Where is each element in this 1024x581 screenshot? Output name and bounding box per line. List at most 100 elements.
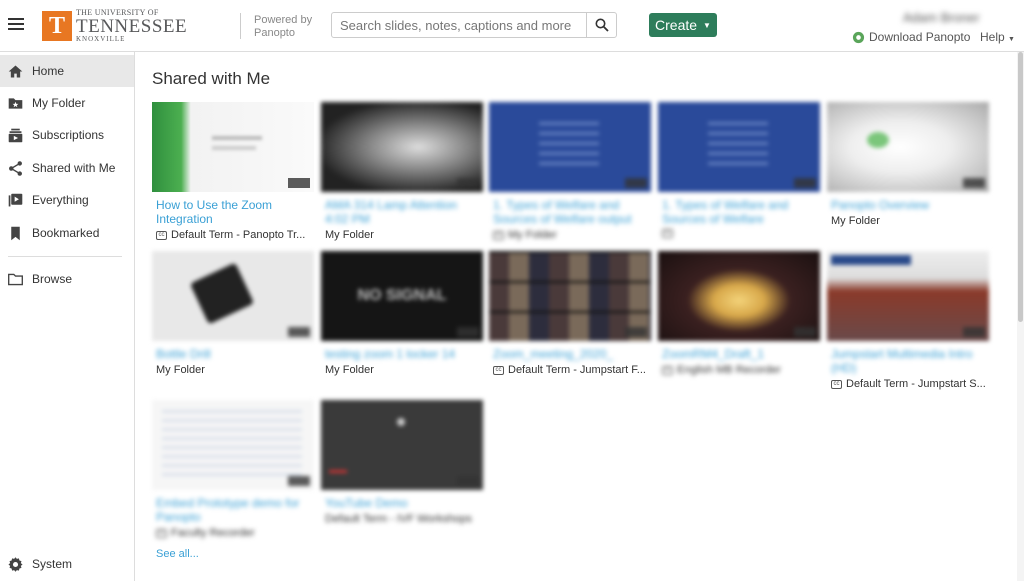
session-folder[interactable]: My Folder (827, 215, 989, 227)
sidebar-item-bookmarked[interactable]: Bookmarked (0, 217, 134, 249)
download-label: Download Panopto (869, 30, 971, 44)
session-thumbnail[interactable] (658, 251, 820, 341)
session-folder[interactable]: cc Default Term - Jumpstart S... (827, 378, 989, 390)
sidebar-item-label: Bookmarked (32, 226, 100, 240)
session-folder-label: Default Term - Jumpstart S... (846, 378, 986, 390)
session-card[interactable]: Embed Prototype demo for Panopto cc Facul… (152, 400, 314, 539)
captions-icon: cc (493, 365, 504, 375)
session-title[interactable]: 1. Types of Welfare and Sources of Welfa… (658, 198, 820, 226)
duration-badge (625, 327, 647, 337)
folder-star-icon (8, 97, 23, 109)
help-label: Help (980, 30, 1005, 44)
subscriptions-icon (8, 128, 23, 142)
session-folder[interactable]: My Folder (321, 229, 483, 241)
bookmark-icon (11, 226, 20, 240)
session-card[interactable]: ZoomRM4_Draft_1 cc English MB Recorder (658, 251, 820, 376)
session-folder[interactable]: My Folder (152, 364, 314, 376)
session-title[interactable]: Bottle Drill (152, 347, 314, 361)
session-folder[interactable]: cc Default Term - Panopto Tr... (152, 229, 314, 241)
session-title[interactable]: 1. Types of Welfare and Sources of Welfa… (489, 198, 651, 226)
session-thumbnail[interactable] (658, 102, 820, 192)
session-card[interactable]: YouTube Demo Default Term - IVF Workshop… (321, 400, 483, 525)
session-card[interactable]: Panopto Overview My Folder (827, 102, 989, 227)
scrollbar[interactable] (1017, 52, 1024, 581)
session-card[interactable]: How to Use the Zoom Integration cc Defaul… (152, 102, 314, 241)
session-folder[interactable]: cc English MB Recorder (658, 364, 820, 376)
session-folder[interactable]: cc Faculty Recorder (152, 527, 314, 539)
see-all-link[interactable]: See all... (156, 548, 199, 560)
panopto-recycle-icon (852, 31, 865, 43)
sidebar-item-label: Browse (32, 272, 73, 286)
session-thumbnail[interactable] (489, 251, 651, 341)
session-folder[interactable]: cc My Folder (489, 229, 651, 241)
session-thumbnail[interactable] (321, 102, 483, 192)
session-thumbnail[interactable] (321, 400, 483, 490)
university-logo[interactable]: T THE UNIVERSITY OF TENNESSEE KNOXVILLE (42, 9, 187, 43)
session-thumbnail[interactable] (152, 400, 314, 490)
search-box (331, 12, 617, 38)
captions-icon: cc (831, 379, 842, 389)
session-title[interactable]: testing zoom 1 locker 14 (321, 347, 483, 361)
session-folder[interactable]: cc (658, 229, 820, 238)
logo-mark: T (42, 11, 72, 41)
sidebar-item-browse[interactable]: Browse (0, 263, 134, 295)
session-folder[interactable]: Default Term - IVF Workshops (321, 513, 483, 525)
session-title[interactable]: Jumpstart Multimedia Intro (HD) (827, 347, 989, 375)
search-input[interactable] (332, 13, 586, 37)
session-thumbnail[interactable] (152, 251, 314, 341)
sidebar-item-system[interactable]: System (0, 548, 134, 580)
caret-down-icon: ▼ (703, 20, 711, 30)
create-label: Create (655, 17, 698, 33)
powered-by-label: Powered by (254, 14, 313, 26)
session-title[interactable]: Panopto Overview (827, 198, 989, 212)
sidebar-item-home[interactable]: Home (0, 55, 134, 87)
session-title[interactable]: ZoomRM4_Draft_1 (658, 347, 820, 361)
sidebar-item-my-folder[interactable]: My Folder (0, 87, 134, 119)
session-folder[interactable]: cc Default Term - Jumpstart F... (489, 364, 651, 376)
hamburger-menu-icon[interactable] (8, 18, 24, 32)
session-title[interactable]: AMA 314 Lamp Attention 4:02 PM (321, 198, 483, 226)
sidebar-item-shared-with-me[interactable]: Shared with Me (0, 152, 134, 184)
session-folder-label: Faculty Recorder (171, 527, 255, 539)
session-thumbnail[interactable] (827, 251, 989, 341)
download-panopto-link[interactable]: Download Panopto (852, 30, 970, 44)
search-button[interactable] (586, 13, 616, 37)
session-card[interactable]: 1. Types of Welfare and Sources of Welfa… (658, 102, 820, 238)
session-folder[interactable]: My Folder (321, 364, 483, 376)
sidebar-divider (8, 256, 122, 257)
create-button[interactable]: Create ▼ (649, 13, 717, 37)
session-card[interactable]: Zoom_meeting_2020_ cc Default Term - Jump… (489, 251, 651, 376)
session-folder-label: English MB Recorder (677, 364, 781, 376)
session-card[interactable]: NO SIGNAL testing zoom 1 locker 14 My Fo… (321, 251, 483, 376)
session-card[interactable]: 1. Types of Welfare and Sources of Welfa… (489, 102, 651, 241)
session-title[interactable]: Embed Prototype demo for Panopto (152, 496, 314, 524)
session-thumbnail[interactable] (152, 102, 314, 192)
playlist-icon (8, 193, 23, 206)
session-card[interactable]: Bottle Drill My Folder (152, 251, 314, 376)
session-title[interactable]: Zoom_meeting_2020_ (489, 347, 651, 361)
sidebar-item-everything[interactable]: Everything (0, 184, 134, 216)
session-title[interactable]: YouTube Demo (321, 496, 483, 510)
captions-icon: cc (662, 229, 673, 238)
session-title[interactable]: How to Use the Zoom Integration (152, 198, 314, 226)
captions-icon: cc (493, 230, 504, 240)
duration-badge (457, 178, 479, 188)
session-folder-label: Default Term - Panopto Tr... (171, 229, 306, 241)
logo-line3: KNOXVILLE (76, 35, 126, 43)
powered-by: Powered by Panopto (254, 14, 312, 40)
sidebar: Home My Folder Subscriptions Shared with… (0, 52, 135, 581)
main-content: Shared with Me How to Use the Zoom Integ… (136, 52, 1016, 581)
scrollbar-thumb[interactable] (1018, 52, 1023, 322)
sidebar-item-label: My Folder (32, 96, 86, 110)
sidebar-item-subscriptions[interactable]: Subscriptions (0, 119, 134, 151)
session-thumbnail[interactable] (489, 102, 651, 192)
captions-icon: cc (156, 230, 167, 240)
session-card[interactable]: Jumpstart Multimedia Intro (HD) cc Defaul… (827, 251, 989, 390)
sidebar-item-label: System (32, 557, 73, 571)
user-name[interactable]: Adam Broner (903, 10, 980, 25)
top-header: T THE UNIVERSITY OF TENNESSEE KNOXVILLE … (0, 0, 1024, 52)
session-thumbnail[interactable]: NO SIGNAL (321, 251, 483, 341)
session-card[interactable]: AMA 314 Lamp Attention 4:02 PM My Folder (321, 102, 483, 241)
session-thumbnail[interactable] (827, 102, 989, 192)
help-menu[interactable]: Help ▼ (980, 30, 1015, 44)
